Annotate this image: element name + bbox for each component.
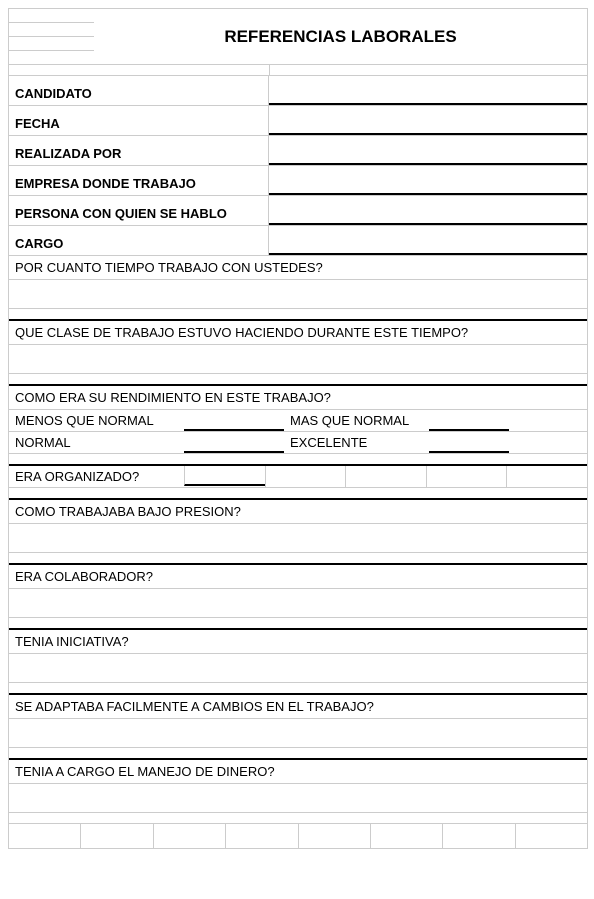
input-fecha[interactable]: [269, 106, 587, 135]
header-small-cell: [9, 51, 94, 64]
label-empresa: EMPRESA DONDE TRABAJO: [9, 166, 269, 195]
label-realizada-por: REALIZADA POR: [9, 136, 269, 165]
header-small-cell: [9, 23, 94, 37]
label-candidato: CANDIDATO: [9, 76, 269, 105]
rating-normal-label: NORMAL: [9, 432, 184, 453]
bottom-cell: [516, 824, 587, 848]
header-small-cell: [9, 9, 94, 23]
section-divider: [9, 309, 587, 321]
organizado-cell[interactable]: [506, 466, 587, 487]
question-rendimiento: COMO ERA SU RENDIMIENTO EN ESTE TRABAJO?: [9, 386, 587, 410]
header-small-cell: [9, 37, 94, 51]
field-realizada-por: REALIZADA POR: [9, 136, 587, 166]
question-colaborador: ERA COLABORADOR?: [9, 565, 587, 589]
label-cargo: CARGO: [9, 226, 269, 255]
section-divider: [9, 374, 587, 386]
organizado-cell[interactable]: [184, 466, 265, 486]
label-fecha: FECHA: [9, 106, 269, 135]
organizado-cell[interactable]: [426, 466, 507, 487]
bottom-cell: [299, 824, 371, 848]
field-persona: PERSONA CON QUIEN SE HABLO: [9, 196, 587, 226]
field-fecha: FECHA: [9, 106, 587, 136]
answer-dinero[interactable]: [9, 784, 587, 813]
form-container: REFERENCIAS LABORALES CANDIDATO FECHA RE…: [8, 8, 588, 849]
rating-excelente-label: EXCELENTE: [284, 432, 429, 453]
question-tiempo: POR CUANTO TIEMPO TRABAJO CON USTEDES?: [9, 256, 587, 280]
rating-row-2: NORMAL EXCELENTE: [9, 432, 587, 454]
answer-clase-trabajo[interactable]: [9, 345, 587, 374]
spacer: [9, 65, 587, 76]
question-presion: COMO TRABAJABA BAJO PRESION?: [9, 500, 587, 524]
bottom-cell: [443, 824, 515, 848]
section-divider: [9, 683, 587, 695]
section-divider: [9, 454, 587, 466]
rating-mas-label: MAS QUE NORMAL: [284, 410, 429, 431]
input-cargo[interactable]: [269, 226, 587, 255]
question-iniciativa: TENIA INICIATIVA?: [9, 630, 587, 654]
section-divider: [9, 748, 587, 760]
answer-tiempo[interactable]: [9, 280, 587, 309]
rating-menos-label: MENOS QUE NORMAL: [9, 410, 184, 431]
rating-normal-input[interactable]: [184, 432, 284, 453]
input-realizada-por[interactable]: [269, 136, 587, 165]
answer-presion[interactable]: [9, 524, 587, 553]
header-left-cells: [9, 9, 94, 64]
organizado-cell[interactable]: [345, 466, 426, 487]
input-persona[interactable]: [269, 196, 587, 225]
bottom-cell: [371, 824, 443, 848]
question-adaptaba: SE ADAPTABA FACILMENTE A CAMBIOS EN EL T…: [9, 695, 587, 719]
input-candidato[interactable]: [269, 76, 587, 105]
bottom-row: [9, 824, 587, 848]
input-empresa[interactable]: [269, 166, 587, 195]
section-divider: [9, 813, 587, 824]
question-dinero: TENIA A CARGO EL MANEJO DE DINERO?: [9, 760, 587, 784]
rating-row-1: MENOS QUE NORMAL MAS QUE NORMAL: [9, 410, 587, 432]
bottom-cell: [81, 824, 153, 848]
rating-spacer: [509, 410, 587, 431]
form-title: REFERENCIAS LABORALES: [94, 9, 587, 64]
question-organizado-row: ERA ORGANIZADO?: [9, 466, 587, 488]
question-organizado: ERA ORGANIZADO?: [9, 466, 184, 487]
rating-excelente-input[interactable]: [429, 432, 509, 453]
field-cargo: CARGO: [9, 226, 587, 256]
section-divider: [9, 553, 587, 565]
rating-menos-input[interactable]: [184, 410, 284, 431]
bottom-cell: [9, 824, 81, 848]
question-clase-trabajo: QUE CLASE DE TRABAJO ESTUVO HACIENDO DUR…: [9, 321, 587, 345]
organizado-cell[interactable]: [265, 466, 346, 487]
header-row: REFERENCIAS LABORALES: [9, 9, 587, 65]
label-persona: PERSONA CON QUIEN SE HABLO: [9, 196, 269, 225]
answer-colaborador[interactable]: [9, 589, 587, 618]
section-divider: [9, 618, 587, 630]
rating-spacer: [509, 432, 587, 453]
bottom-cell: [154, 824, 226, 848]
bottom-cell: [226, 824, 298, 848]
answer-iniciativa[interactable]: [9, 654, 587, 683]
rating-mas-input[interactable]: [429, 410, 509, 431]
field-candidato: CANDIDATO: [9, 76, 587, 106]
field-empresa: EMPRESA DONDE TRABAJO: [9, 166, 587, 196]
answer-adaptaba[interactable]: [9, 719, 587, 748]
section-divider: [9, 488, 587, 500]
